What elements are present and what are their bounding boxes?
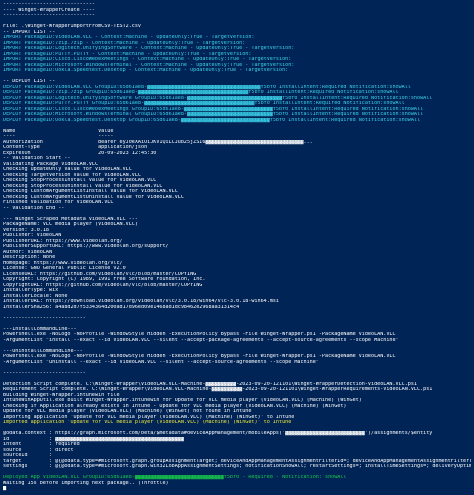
console-line: █ bbox=[3, 486, 7, 491]
console-line: DEPLOY PackageID:Ookla.Speedtest.Desktop… bbox=[3, 117, 421, 123]
console-line: settings : @{@odata.type=#microsoft.grap… bbox=[3, 464, 471, 469]
powershell-console[interactable]: ------------------------------ ---- Winge… bbox=[0, 0, 474, 495]
